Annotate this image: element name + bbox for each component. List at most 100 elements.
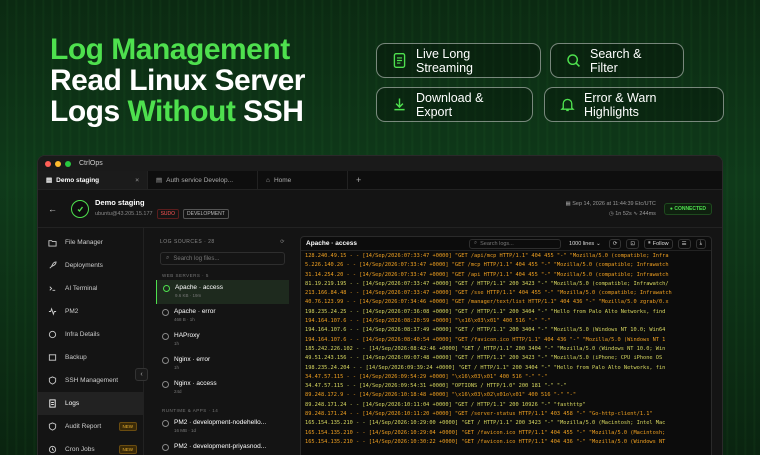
group-runtime-apps[interactable]: RUNTIME & APPS · 14 (156, 400, 289, 415)
log-line: 89.248.171.24 - - [14/Sep/2026:10:11:20 … (305, 411, 653, 418)
folder-icon (48, 240, 57, 247)
log-sources-panel: LOG SOURCES · 28 ⟳ ⌕ Search log files... W… (156, 236, 289, 455)
log-title: Apache · access (306, 240, 357, 247)
sidebar-item-file-manager[interactable]: File Manager (38, 231, 143, 254)
feature-error-warn: Error & Warn Highlights (544, 87, 724, 122)
pulse-icon (48, 307, 57, 316)
hero-line-1: Log Management (50, 33, 290, 66)
download-icon (394, 98, 405, 111)
maximize-window-button[interactable] (65, 160, 71, 167)
sources-title: LOG SOURCES · 28 (160, 239, 215, 245)
group-web-servers[interactable]: WEB SERVERS · 5 (156, 265, 289, 280)
file-icon (162, 309, 169, 316)
refresh-logs-button[interactable]: ⟳ (608, 238, 622, 249)
source-nginx-access[interactable]: Nginx · access 24d (156, 376, 289, 400)
hero-line-3: Logs Without SSH (50, 95, 304, 128)
new-badge: NEW (118, 422, 137, 431)
document-icon (393, 53, 406, 68)
clock-icon (48, 445, 57, 454)
tab-home[interactable]: ⌂ Home (258, 171, 348, 189)
search-logs-input[interactable]: ⌕ Search logs... (469, 238, 562, 249)
tab-bar: ▤ Demo staging × ▤ Auth service Develop... … (38, 171, 722, 190)
log-lines: 128.240.49.15 - - [14/Sep/2026:07:33:47 … (301, 251, 711, 448)
file-icon (162, 357, 169, 364)
close-tab-icon[interactable]: × (135, 177, 139, 184)
source-nginx-error[interactable]: Nginx · error 1h (156, 352, 289, 376)
server-header: ← Demo staging ubuntu@43.205.15.177 SUDO D… (38, 190, 722, 228)
log-line: 165.154.135.210 - - [14/Sep/2026:10:29:0… (305, 429, 666, 436)
log-line: 40.76.123.99 - - [14/Sep/2026:07:34:46 +… (305, 299, 669, 306)
source-apache-error[interactable]: Apache · error 468 B · 1h (156, 304, 289, 328)
log-line: 49.51.243.156 - - [14/Sep/2026:09:07:48 … (305, 355, 663, 362)
shield-icon (48, 376, 57, 385)
lines-select[interactable]: 1000 lines ⌄ (566, 239, 604, 249)
log-line: 194.164.107.6 - - [14/Sep/2026:08:40:54 … (305, 336, 666, 343)
avatar (71, 199, 89, 218)
source-haproxy[interactable]: HAProxy 1h (156, 328, 289, 352)
log-line: 213.166.84.48 - - [14/Sep/2026:07:33:47 … (305, 290, 672, 297)
new-badge: NEW (118, 445, 137, 454)
filter-button[interactable]: ☰ (677, 238, 691, 249)
search-log-files-input[interactable]: ⌕ Search log files... (160, 252, 285, 265)
log-line: 89.248.172.9 - - [14/Sep/2026:10:18:48 +… (305, 392, 577, 399)
sudo-badge: SUDO (156, 209, 180, 219)
feature-download-export: Download & Export (376, 87, 533, 122)
pause-icon: ⏸ (647, 240, 651, 246)
server-icon: ▤ (46, 177, 53, 184)
search-icon: ⌕ (474, 240, 478, 246)
server-icon (48, 330, 57, 339)
source-pm2-nodehello[interactable]: PM2 · development-nodehello... 16 MB · 1d (156, 415, 289, 439)
sidebar-item-ssh-management[interactable]: SSH Management (38, 369, 143, 392)
log-icon (49, 399, 56, 408)
tab-auth-service[interactable]: ▤ Auth service Develop... (148, 171, 258, 189)
refresh-icon: ⟳ (612, 240, 618, 247)
sidebar-item-pm2[interactable]: PM2 (38, 300, 143, 323)
file-icon (162, 420, 169, 427)
log-line: 198.235.24.204 - - [14/Sep/2026:09:39:24… (305, 364, 666, 371)
sidebar-item-infra-details[interactable]: Infra Details (38, 323, 143, 346)
lock-button[interactable]: ⊡ (626, 238, 639, 249)
connection-status: ● CONNECTED (663, 202, 712, 215)
server-time-info: ▦ Sep 14, 2026 at 11:44:39 Etc/UTC ◷ 1n … (565, 200, 656, 217)
log-line: 34.47.57.115 - - [14/Sep/2026:09:54:31 +… (305, 383, 567, 390)
log-line: 194.164.107.6 - - [14/Sep/2026:08:37:49 … (305, 327, 666, 334)
file-icon (163, 285, 170, 292)
hero-title: Log Management Read Linux Server Logs Wi… (50, 34, 305, 127)
bell-icon (560, 98, 575, 112)
download-icon: ⤓ (699, 240, 702, 246)
log-line: 81.19.219.195 - - [14/Sep/2026:07:33:47 … (305, 280, 669, 287)
server-user: ubuntu@43.205.15.177 (95, 211, 153, 217)
source-apache-access[interactable]: Apache · access 9.6 KB · 19m (156, 280, 289, 304)
sidebar-item-logs[interactable]: Logs (38, 392, 143, 415)
download-button[interactable]: ⤓ (695, 238, 706, 249)
log-line: 89.248.171.24 - - [14/Sep/2026:10:11:04 … (305, 401, 586, 408)
follow-button[interactable]: ⏸ Follow (643, 238, 673, 249)
refresh-icon[interactable]: ⟳ (280, 239, 285, 245)
minimize-window-button[interactable] (55, 160, 61, 167)
search-icon: ⌕ (166, 255, 170, 261)
search-icon (567, 54, 580, 67)
log-line: 34.47.57.115 - - [14/Sep/2026:09:54:29 +… (305, 373, 548, 380)
close-window-button[interactable] (45, 160, 51, 167)
filter-icon: ☰ (681, 240, 687, 247)
log-line: 5.226.140.26 - - [14/Sep/2026:07:33:47 +… (305, 262, 669, 269)
terminal-icon (49, 286, 56, 291)
collapse-sidebar-button[interactable]: ‹ (135, 368, 148, 381)
hero-line-2: Read Linux Server (50, 64, 305, 97)
sidebar-item-backup[interactable]: Backup (38, 346, 143, 369)
tab-demo-staging[interactable]: ▤ Demo staging × (38, 171, 148, 189)
sidebar-item-audit-report[interactable]: Audit Report NEW (38, 415, 143, 438)
sidebar-item-ai-terminal[interactable]: AI Terminal (38, 277, 143, 300)
source-pm2-priyasnod[interactable]: PM2 · development-priyasnod... (156, 439, 289, 455)
sidebar-item-deployments[interactable]: Deployments (38, 254, 143, 277)
chevron-down-icon: ⌄ (596, 240, 601, 247)
log-line: 194.164.107.6 - - [14/Sep/2026:08:20:59 … (305, 318, 551, 325)
window-titlebar: CtrlOps (38, 156, 722, 171)
back-arrow-icon[interactable]: ← (48, 204, 57, 214)
log-line: 198.235.24.25 - - [14/Sep/2026:07:36:08 … (305, 308, 666, 315)
lock-icon: ⊡ (630, 240, 635, 247)
sidebar-item-cron-jobs[interactable]: Cron Jobs NEW (38, 438, 143, 455)
log-line: 31.14.254.20 - - [14/Sep/2026:07:33:47 +… (305, 271, 669, 278)
app-window: CtrlOps ▤ Demo staging × ▤ Auth service Dev… (37, 155, 723, 455)
new-tab-button[interactable]: + (348, 171, 378, 189)
